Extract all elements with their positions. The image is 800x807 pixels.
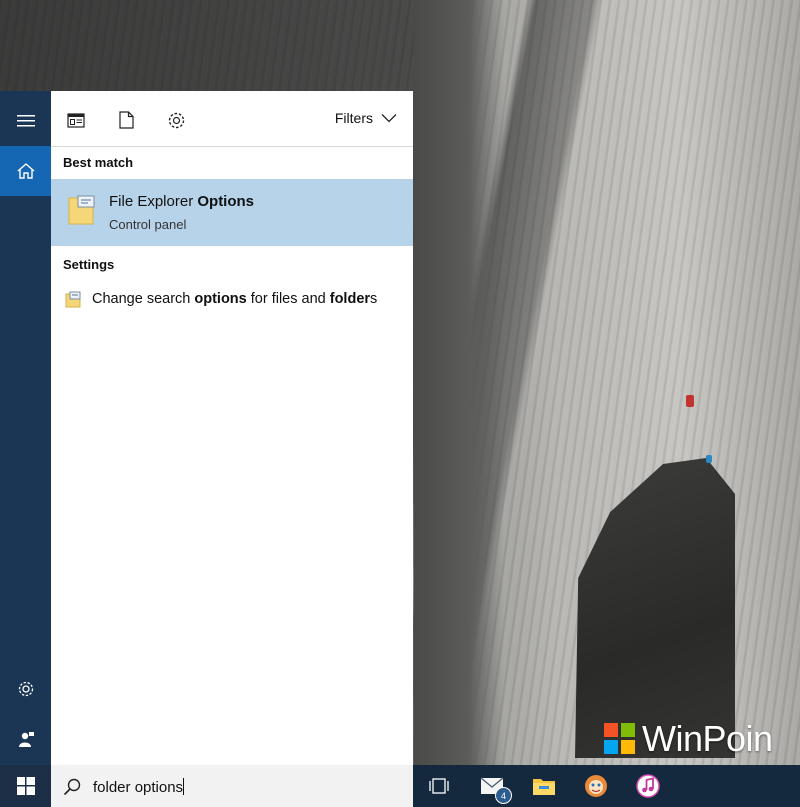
hamburger-button[interactable] (0, 96, 51, 146)
settings-result[interactable]: Change search options for files and fold… (51, 286, 413, 316)
climber-red (686, 395, 694, 407)
filters-label: Filters (334, 110, 373, 126)
hamburger-icon (16, 115, 35, 127)
taskbar: folder options 4 (0, 765, 800, 807)
home-button[interactable] (0, 146, 51, 196)
best-match-title-plain: File Explorer (109, 193, 198, 210)
settings-gear-icon (18, 681, 33, 697)
mail-badge: 4 (495, 787, 512, 804)
search-input[interactable]: folder options (93, 778, 185, 796)
task-view-icon (429, 778, 449, 794)
documents-filter-button[interactable] (115, 109, 137, 131)
control-panel-icon (65, 291, 81, 308)
search-results-panel: Filters Best match File Explorer Options… (51, 91, 413, 765)
best-match-heading: Best match (63, 155, 134, 170)
apps-filter-button[interactable] (65, 109, 87, 131)
search-box[interactable]: folder options (51, 765, 413, 807)
home-icon (17, 163, 34, 179)
search-toolbar: Filters (51, 91, 413, 147)
settings-text-part: for files and (246, 291, 330, 307)
file-explorer-button[interactable] (530, 772, 558, 800)
best-match-result[interactable]: File Explorer Options Control panel (51, 179, 413, 246)
settings-heading: Settings (63, 257, 115, 272)
winpoin-logo-icon (604, 723, 635, 754)
settings-gear-icon (168, 112, 184, 128)
watermark: WinPoin (604, 718, 773, 760)
file-explorer-icon (533, 779, 555, 795)
app-icon (585, 775, 607, 797)
document-icon (118, 111, 134, 129)
feedback-icon (18, 732, 34, 747)
start-rail (0, 91, 51, 765)
task-view-button[interactable] (425, 772, 453, 800)
filters-dropdown[interactable]: Filters (335, 110, 397, 126)
pinned-app-button[interactable] (582, 772, 610, 800)
itunes-button[interactable] (634, 772, 662, 800)
text-caret (183, 778, 185, 795)
climber-blue (706, 455, 712, 463)
feedback-button[interactable] (0, 714, 51, 764)
settings-text-part: s (370, 291, 378, 307)
settings-text-part: Change search (92, 291, 195, 307)
itunes-icon (636, 774, 660, 798)
mail-app-button[interactable]: 4 (478, 772, 512, 804)
app-window-icon (67, 112, 85, 128)
settings-result-text: Change search options for files and fold… (92, 291, 377, 307)
best-match-title: File Explorer Options (109, 193, 254, 210)
best-match-subtitle: Control panel (109, 217, 187, 232)
settings-text-bold: folder (329, 291, 371, 307)
watermark-text: WinPoin (642, 718, 773, 759)
chevron-down-icon (381, 114, 397, 123)
folder-options-icon (68, 195, 95, 225)
search-icon (63, 778, 81, 796)
settings-button[interactable] (0, 664, 51, 714)
windows-logo-icon (16, 777, 35, 795)
search-input-value: folder options (93, 779, 184, 796)
settings-text-bold: options (194, 291, 247, 307)
settings-filter-button[interactable] (165, 109, 187, 131)
start-button[interactable] (0, 765, 51, 807)
wallpaper-shadow (414, 0, 504, 765)
best-match-title-bold: Options (197, 193, 255, 210)
